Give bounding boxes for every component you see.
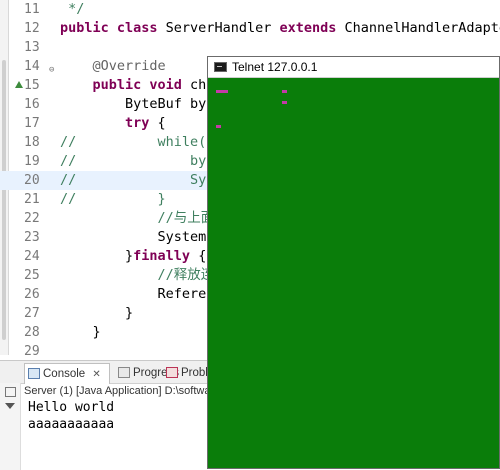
- override-marker-icon[interactable]: [15, 81, 23, 88]
- code-text: }finally {: [60, 248, 207, 264]
- eclipse-ide: 11 */ 12 public class ServerHandler extend…: [0, 0, 500, 470]
- line-number: 29: [24, 344, 40, 359]
- code-text: // while(by: [60, 134, 223, 150]
- terminal-cursor-mark: [216, 90, 228, 93]
- code-text: Referenc: [60, 286, 223, 302]
- code-text: public class ServerHandler extends Chann…: [60, 20, 500, 36]
- code-text: */: [60, 1, 85, 17]
- close-icon[interactable]: ✕: [92, 369, 100, 380]
- code-text: }: [60, 324, 101, 340]
- line-number: 23: [24, 230, 40, 245]
- problems-icon: [166, 367, 178, 378]
- terminal-cursor-mark: [216, 125, 221, 128]
- console-description: Server (1) [Java Application] D:\softwar…: [24, 385, 229, 397]
- line-number: 28: [24, 325, 40, 340]
- line-number: 13: [24, 40, 40, 55]
- line-number: 11: [24, 2, 40, 17]
- code-line[interactable]: 11 */: [0, 0, 500, 19]
- line-number: 17: [24, 116, 40, 131]
- progress-icon: [118, 367, 130, 378]
- terminal-cursor-mark: [282, 101, 287, 104]
- terminal-cursor-mark: [282, 90, 287, 93]
- code-text: //释放连接: [60, 267, 228, 283]
- code-text: public void char: [60, 77, 223, 93]
- tab-console[interactable]: Console ✕: [24, 363, 110, 384]
- line-number: 25: [24, 268, 40, 283]
- console-icon: [28, 368, 40, 379]
- code-text: @Override: [60, 58, 166, 74]
- code-text: // }: [60, 191, 166, 207]
- line-number: 14: [24, 59, 40, 74]
- line-number: 16: [24, 97, 40, 112]
- tab-console-label: Console: [43, 368, 86, 380]
- code-line[interactable]: 13: [0, 38, 500, 57]
- telnet-title: Telnet 127.0.0.1: [232, 60, 318, 74]
- line-number: 20: [24, 173, 40, 188]
- line-number: 15: [24, 78, 40, 93]
- telnet-window[interactable]: Telnet 127.0.0.1: [207, 56, 500, 469]
- code-text: try {: [60, 115, 166, 131]
- view-menu-icon[interactable]: [5, 403, 15, 409]
- code-text: ByteBuf byte: [60, 96, 223, 112]
- line-number: 18: [24, 135, 40, 150]
- telnet-titlebar[interactable]: Telnet 127.0.0.1: [208, 57, 499, 78]
- console-output-line: aaaaaaaaaaa: [28, 417, 115, 432]
- minimize-icon[interactable]: [5, 387, 16, 397]
- terminal-icon: [214, 62, 227, 72]
- code-text: // Syst: [60, 172, 223, 188]
- line-number: 21: [24, 192, 40, 207]
- line-number: 27: [24, 306, 40, 321]
- console-output-line: Hello world: [28, 400, 115, 415]
- line-number: 19: [24, 154, 40, 169]
- console-side-toolbar: [0, 383, 21, 470]
- code-text: //与上面注: [60, 210, 228, 226]
- code-text: System.o: [60, 229, 223, 245]
- code-text: // byte: [60, 153, 223, 169]
- code-text: }: [60, 305, 134, 321]
- line-number: 22: [24, 211, 40, 226]
- line-number: 12: [24, 21, 40, 36]
- line-number: 24: [24, 249, 40, 264]
- line-number: 26: [24, 287, 40, 302]
- code-line[interactable]: 12 public class ServerHandler extends Cha…: [0, 19, 500, 38]
